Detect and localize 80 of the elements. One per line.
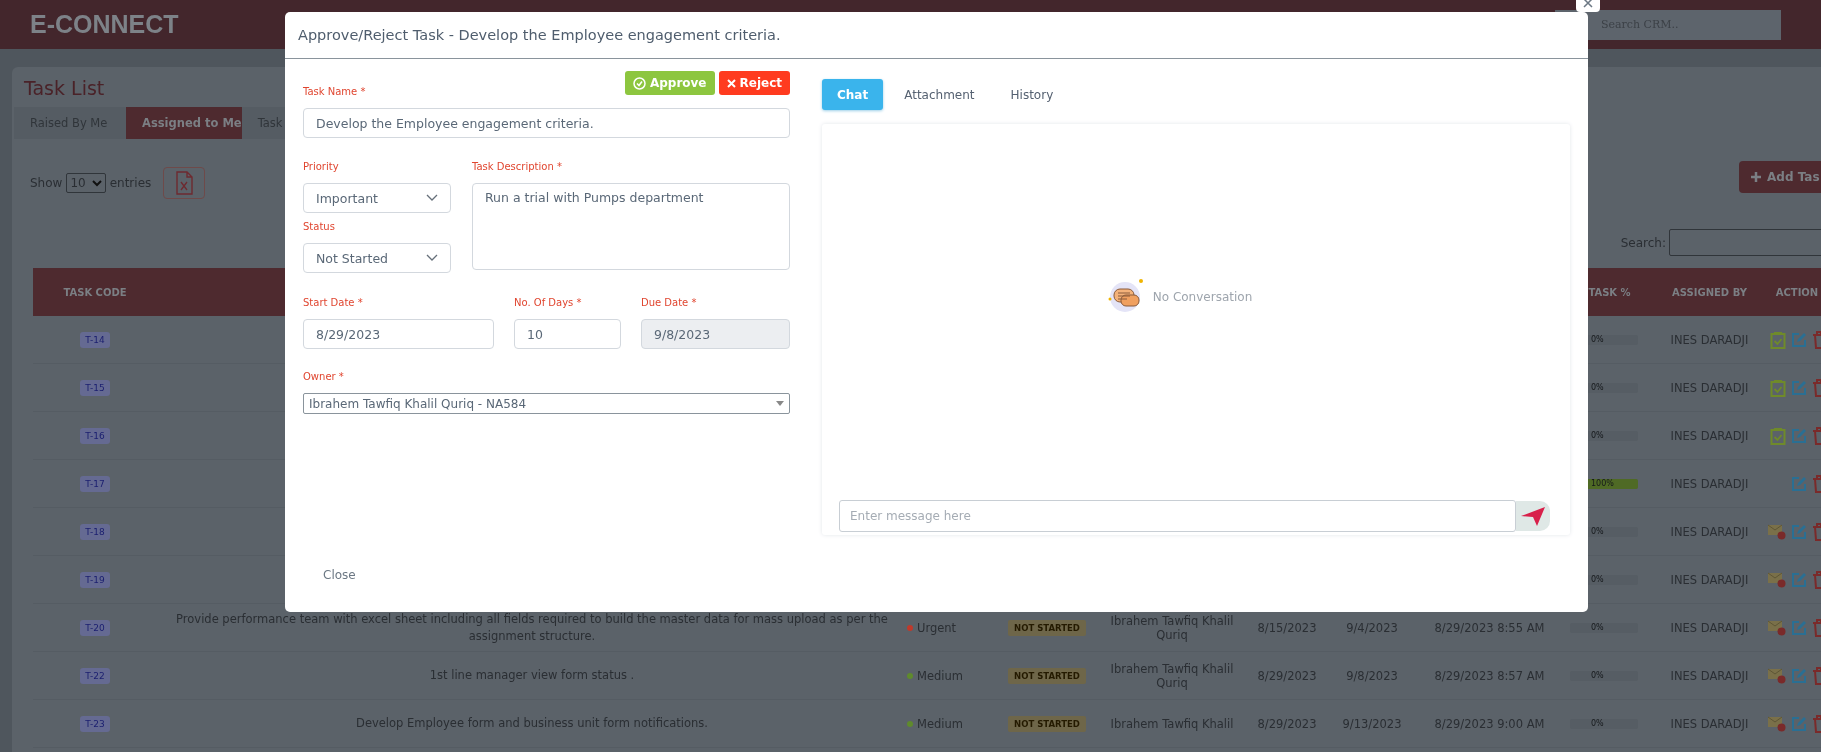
close-icon	[726, 78, 736, 88]
textarea-field[interactable]: Run a trial with Pumps department	[472, 183, 790, 270]
field-label: Owner *	[303, 371, 345, 383]
task-code-badge[interactable]: T-20	[80, 619, 110, 636]
page-title: Task List	[24, 77, 105, 99]
clipboard-check-icon[interactable]	[1770, 426, 1786, 445]
status-badge: NOT STARTED	[1008, 715, 1086, 732]
reject-button[interactable]: Reject	[718, 71, 790, 95]
task-code-badge[interactable]: T-18	[80, 523, 110, 540]
chevron-icon	[91, 179, 102, 187]
field-label: Status	[303, 221, 336, 233]
field-label: Priority	[303, 161, 340, 173]
progress-label: 0%	[1591, 382, 1604, 393]
clipboard-check-icon[interactable]	[1770, 330, 1786, 349]
field-label: Start Date *	[303, 297, 364, 309]
task-code-badge[interactable]: T-14	[80, 331, 110, 348]
send-icon	[1521, 506, 1545, 526]
progress-label: 0%	[1591, 718, 1604, 729]
chevron-icon	[426, 254, 438, 262]
edit-icon[interactable]	[1791, 427, 1807, 444]
add-task-button[interactable]: Add Tas	[1739, 161, 1821, 193]
field-label: Task Description *	[472, 161, 563, 173]
task-code-badge[interactable]: T-17	[80, 475, 110, 492]
progress-label: 100%	[1591, 478, 1614, 489]
input-field: 9/8/2023	[641, 319, 790, 349]
column-header[interactable]: ASSIGNED BY	[1657, 286, 1762, 298]
input-field[interactable]: Develop the Employee engagement criteria.	[303, 108, 790, 138]
input-field[interactable]: Ibrahem Tawfiq Khalil Quriq - NA584	[303, 393, 790, 414]
message-field[interactable]: Enter message here	[839, 500, 1516, 532]
approve-button[interactable]: Approve	[624, 71, 715, 95]
envelope-alert-icon[interactable]	[1768, 571, 1786, 588]
empty-state-text: No Conversation	[1152, 290, 1253, 304]
edit-icon[interactable]	[1791, 475, 1807, 492]
progress-label: 0%	[1591, 622, 1604, 633]
select-field[interactable]: Important	[303, 183, 451, 213]
progress-label: 0%	[1591, 430, 1604, 441]
spreadsheet-file-icon	[175, 171, 194, 195]
edit-icon[interactable]	[1791, 571, 1807, 588]
task-code-badge[interactable]: T-15	[80, 379, 110, 396]
field-label: Task Name *	[303, 86, 367, 98]
progress-label: 0%	[1591, 526, 1604, 537]
send-button[interactable]	[1516, 501, 1550, 531]
envelope-alert-icon[interactable]	[1768, 619, 1786, 636]
status-badge: NOT STARTED	[1008, 667, 1086, 684]
task-code-badge[interactable]: T-22	[80, 667, 110, 684]
envelope-alert-icon[interactable]	[1768, 667, 1786, 684]
edit-icon[interactable]	[1791, 523, 1807, 540]
task-code-badge[interactable]: T-19	[80, 571, 110, 588]
column-header[interactable]: TASK CODE	[33, 286, 157, 298]
progress-label: 0%	[1591, 334, 1604, 345]
export-button[interactable]	[163, 167, 206, 199]
edit-icon[interactable]	[1791, 379, 1807, 396]
field-label: No. Of Days *	[514, 297, 583, 309]
edit-icon[interactable]	[1791, 715, 1807, 732]
caret-icon	[776, 401, 784, 406]
edit-icon[interactable]	[1791, 667, 1807, 684]
chevron-icon	[426, 194, 438, 202]
status-badge: NOT STARTED	[1008, 619, 1086, 636]
task-code-badge[interactable]: T-16	[80, 427, 110, 444]
tab[interactable]: Assigned to Me	[126, 107, 242, 139]
column-header[interactable]: ACTION	[1762, 286, 1821, 298]
edit-icon[interactable]	[1791, 331, 1807, 348]
table-search-field[interactable]	[1669, 229, 1821, 256]
close-icon	[1583, 0, 1593, 8]
check-circle-icon	[632, 76, 646, 90]
clipboard-check-icon[interactable]	[1770, 378, 1786, 397]
plus-icon	[1751, 172, 1761, 182]
envelope-alert-icon[interactable]	[1768, 523, 1786, 540]
input-field[interactable]: 8/29/2023	[303, 319, 494, 349]
tab[interactable]: Chat	[822, 79, 884, 110]
field-label: Due Date *	[641, 297, 698, 309]
input-field[interactable]: 10	[514, 319, 621, 349]
progress-label: 0%	[1591, 670, 1604, 681]
select-field[interactable]: Not Started	[303, 243, 451, 273]
logo: E-CONNECT	[30, 10, 179, 39]
task-code-badge[interactable]: T-23	[80, 715, 110, 732]
edit-icon[interactable]	[1791, 619, 1807, 636]
modal-title: Approve/Reject Task - Develop the Employee engagement criteria.	[285, 12, 1588, 59]
envelope-alert-icon[interactable]	[1768, 715, 1786, 732]
progress-label: 0%	[1591, 574, 1604, 585]
